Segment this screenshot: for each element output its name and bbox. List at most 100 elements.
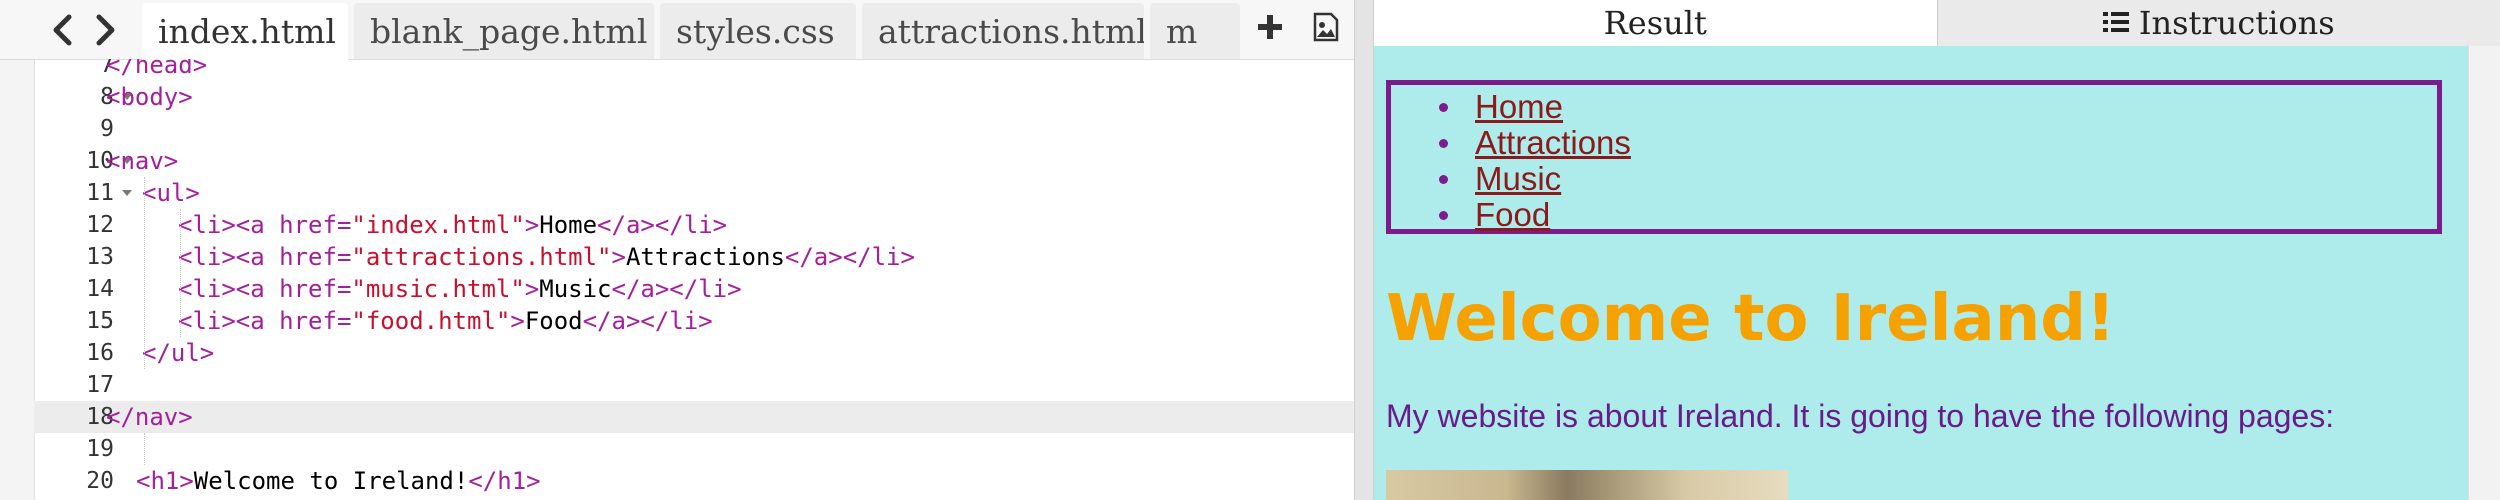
code-line[interactable]: 13 <li><a href="attractions.html">Attract… (34, 241, 1354, 273)
code-token: href= (279, 275, 352, 303)
indent-guide (144, 177, 145, 369)
plus-icon[interactable] (1256, 13, 1284, 46)
line-number: 13 (86, 244, 114, 270)
code-line[interactable]: 20 <h1>Welcome to Ireland!</h1> (34, 465, 1354, 497)
line-number: 19 (86, 436, 114, 462)
image-icon[interactable] (1312, 12, 1340, 47)
code-token: </a></li> (611, 275, 742, 303)
code-text: </head> (106, 59, 207, 79)
line-number: 7 (100, 59, 114, 78)
code-line[interactable]: 14 <li><a href="music.html">Music</a></li… (34, 273, 1354, 305)
line-number: 20 (86, 468, 114, 494)
code-token: <h1> (136, 467, 194, 495)
tab-instructions-label: Instructions (2138, 4, 2335, 42)
code-text: <ul> (142, 179, 200, 207)
code-token: <li><a (178, 243, 280, 271)
indent-guide (180, 209, 181, 337)
code-line[interactable]: 12 <li><a href="index.html">Home</a></li> (34, 209, 1354, 241)
preview-heading: Welcome to Ireland! (1386, 282, 2116, 356)
nav-list: Home Attractions Music Food (1439, 88, 1631, 233)
code-area[interactable]: 7 </head> 8 <body> 9 10 <nav> 11 <ul> 12 <li><a hr… (34, 59, 1354, 500)
line-number: 9 (100, 116, 114, 142)
code-token: <li><a (178, 211, 280, 239)
code-token: </a></li> (582, 307, 713, 335)
tab-blank-page-html[interactable]: blank_page.html (354, 3, 654, 59)
code-token: "food.html" (351, 307, 511, 335)
list-item: Attractions (1439, 124, 1631, 161)
tab-attractions-html[interactable]: attractions.html (862, 3, 1144, 59)
chevron-right-icon[interactable] (95, 14, 117, 46)
code-token: Home (539, 211, 598, 239)
list-item: Music (1439, 160, 1631, 197)
chevron-left-icon[interactable] (51, 14, 73, 46)
code-token: Music (539, 275, 612, 303)
line-number: 11 (86, 180, 114, 206)
code-line[interactable]: 15 <li><a href="food.html">Food</a></li> (34, 305, 1354, 337)
line-number: 15 (86, 308, 114, 334)
code-token: <body> (106, 83, 193, 111)
code-token: > (524, 211, 540, 239)
code-line[interactable]: 17 (34, 369, 1354, 401)
nav-link-food[interactable]: Food (1475, 196, 1550, 233)
tab-instructions[interactable]: Instructions (1936, 0, 2500, 46)
line-number: 16 (86, 340, 114, 366)
code-token: > (611, 243, 626, 271)
code-editor: index.html blank_page.html styles.css at… (0, 0, 1354, 500)
code-token: > (510, 307, 525, 335)
tab-result[interactable]: Result (1374, 0, 1937, 46)
code-text: <li><a href="index.html">Home</a></li> (178, 211, 727, 239)
indent-guide (144, 433, 145, 465)
fold-arrow-icon[interactable] (114, 177, 140, 209)
pane-splitter[interactable] (1354, 0, 1374, 500)
code-token: <ul> (142, 179, 200, 207)
code-line[interactable]: 10 <nav> (34, 145, 1354, 177)
code-token: > (524, 275, 540, 303)
code-line[interactable]: 7 </head> (34, 59, 1354, 81)
code-line[interactable]: 9 (34, 113, 1354, 145)
tab-styles-css[interactable]: styles.css (660, 3, 856, 59)
code-token: </a></li> (784, 243, 915, 271)
preview-paragraph: My website is about Ireland. It is going… (1386, 398, 2335, 434)
code-text: <li><a href="attractions.html">Attractio… (178, 243, 915, 271)
code-token: <nav> (106, 147, 179, 175)
code-line[interactable]: 19 (34, 433, 1354, 465)
nav-link-attractions[interactable]: Attractions (1475, 124, 1631, 161)
code-token: <li><a (178, 275, 280, 303)
code-line[interactable]: 11 <ul> (34, 177, 1354, 209)
preview-scrollbar[interactable] (2468, 46, 2500, 500)
code-token: "attractions.html" (351, 243, 612, 271)
list-icon (2102, 4, 2129, 42)
code-line[interactable]: 8 <body> (34, 81, 1354, 113)
code-token: "music.html" (351, 275, 525, 303)
code-token: "index.html" (351, 211, 525, 239)
line-number: 18 (86, 404, 114, 430)
tab-actions (1242, 0, 1354, 59)
nav-link-music[interactable]: Music (1475, 160, 1561, 197)
code-line[interactable]: 18 </nav> (34, 401, 1354, 433)
nav-link-home[interactable]: Home (1475, 88, 1563, 125)
line-number: 14 (86, 276, 114, 302)
page-preview: Home Attractions Music Food Welcome to I… (1374, 46, 2468, 500)
code-text: <h1>Welcome to Ireland!</h1> (136, 467, 541, 495)
preview-photo (1386, 470, 1788, 500)
code-token: href= (279, 243, 352, 271)
preview-nav: Home Attractions Music Food (1386, 80, 2442, 234)
code-token: Food (524, 307, 583, 335)
code-text: </ul> (142, 339, 214, 367)
tab-overflow[interactable]: m (1150, 3, 1240, 59)
result-pane: Result Instructions Home Attractions Mus… (1374, 0, 2500, 500)
line-number: 12 (86, 212, 114, 238)
result-tabs: Result Instructions (1374, 0, 2500, 47)
code-token: Welcome to Ireland! (193, 467, 469, 495)
tab-index-html[interactable]: index.html (142, 3, 348, 60)
code-token: </ul> (142, 339, 215, 367)
code-token: </a></li> (597, 211, 728, 239)
code-line[interactable]: 16 </ul> (34, 337, 1354, 369)
line-number: 17 (86, 372, 114, 398)
